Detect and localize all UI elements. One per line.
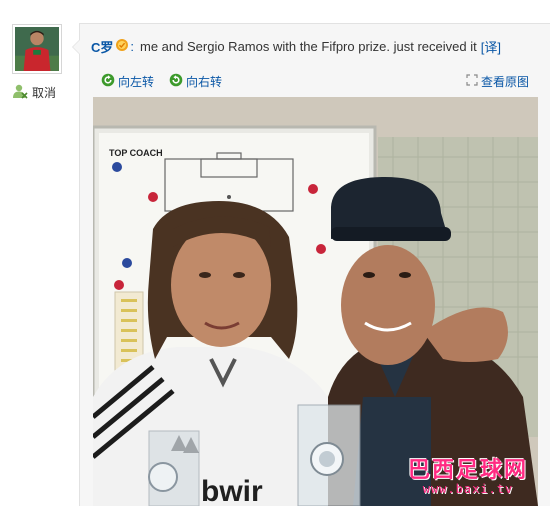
- view-original-button[interactable]: 查看原图: [466, 73, 529, 90]
- svg-text:bwir: bwir: [201, 475, 263, 506]
- cancel-follow-button[interactable]: 取消: [12, 83, 56, 102]
- vip-medal-icon[interactable]: [115, 38, 129, 55]
- post-text: me and Sergio Ramos with the Fifpro priz…: [140, 39, 477, 54]
- rotate-left-icon: [101, 73, 115, 90]
- bubble-arrow-fill: [73, 40, 80, 54]
- user-name-link[interactable]: C罗: [91, 37, 113, 56]
- rotate-left-button[interactable]: 向左转: [101, 73, 154, 90]
- board-label: TOP COACH: [109, 148, 163, 158]
- rotate-right-button[interactable]: 向右转: [169, 73, 222, 90]
- translate-link[interactable]: [译]: [481, 37, 501, 56]
- view-original-label: 查看原图: [480, 75, 529, 89]
- rotate-right-icon: [169, 73, 183, 90]
- avatar-photo: [15, 27, 59, 71]
- user-avatar[interactable]: [12, 24, 62, 74]
- name-separator: :: [130, 39, 135, 54]
- post-header: C罗 : me and Sergio Ramos with the Fifpro…: [91, 37, 501, 56]
- image-toolbar: 向左转 向右转 查看原图: [101, 73, 529, 89]
- rotate-right-label: 向右转: [186, 75, 223, 89]
- post-photo[interactable]: TOP COACH bwir: [93, 97, 538, 506]
- expand-icon: [466, 74, 478, 89]
- unfollow-user-icon: [12, 83, 28, 102]
- cancel-label: 取消: [32, 86, 57, 100]
- photo-illustration: TOP COACH bwir: [93, 97, 538, 506]
- rotate-left-label: 向左转: [118, 75, 155, 89]
